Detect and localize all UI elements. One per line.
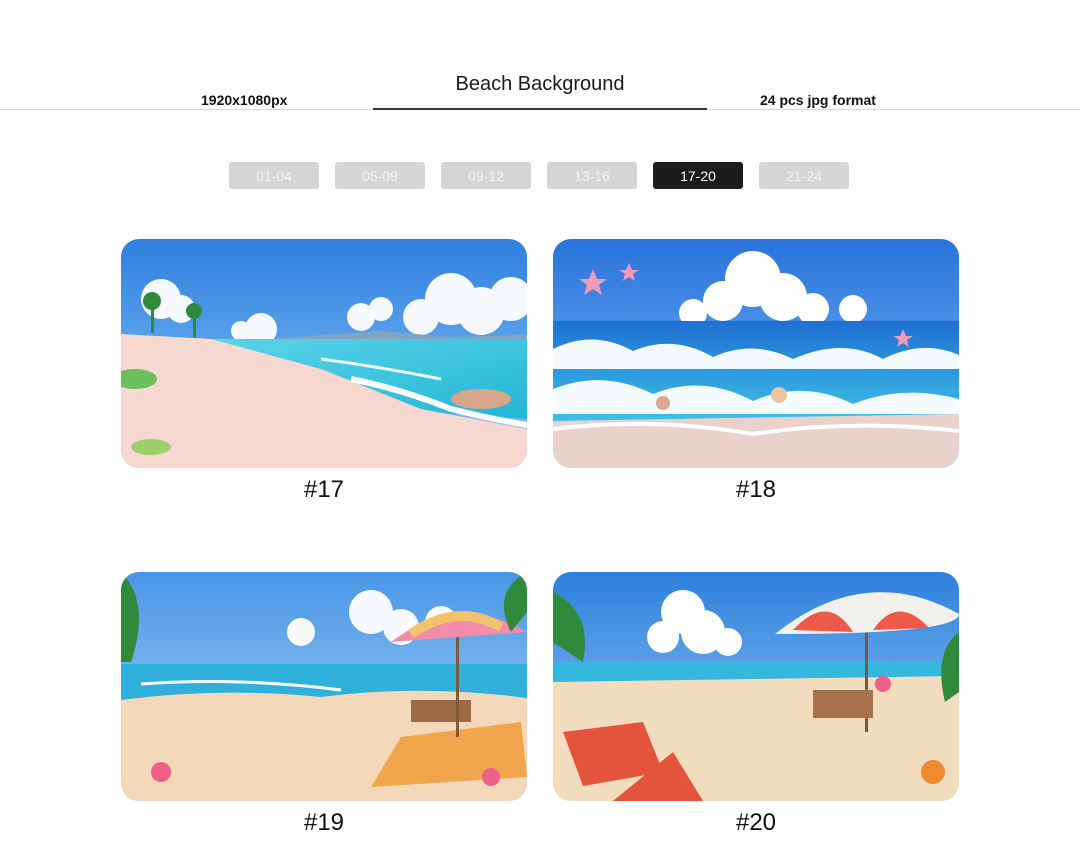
tab-17-20[interactable]: 17-20: [653, 162, 743, 189]
tab-09-12[interactable]: 09-12: [441, 162, 531, 189]
beach-image-17[interactable]: [121, 239, 527, 468]
tab-21-24[interactable]: 21-24: [759, 162, 849, 189]
tab-13-16[interactable]: 13-16: [547, 162, 637, 189]
card-20: #20: [553, 572, 959, 837]
page-title: Beach Background: [455, 73, 625, 95]
range-tabs: 01-04 05-09 09-12 13-16 17-20 21-24: [229, 162, 849, 189]
card-caption: #19: [303, 809, 345, 836]
format-label: 24 pcs jpg format: [760, 92, 876, 108]
card-17: #17: [121, 239, 527, 504]
beach-image-18[interactable]: [553, 239, 959, 468]
beach-image-19[interactable]: [121, 572, 527, 801]
card-caption: #20: [735, 809, 777, 836]
beach-image-20[interactable]: [553, 572, 959, 801]
tab-01-04[interactable]: 01-04: [229, 162, 319, 189]
card-18: #18: [553, 239, 959, 504]
tab-05-09[interactable]: 05-09: [335, 162, 425, 189]
title-underline: [373, 108, 707, 110]
card-caption: #18: [735, 476, 777, 503]
resolution-label: 1920x1080px: [201, 92, 288, 108]
card-19: #19: [121, 572, 527, 837]
card-caption: #17: [303, 476, 345, 503]
